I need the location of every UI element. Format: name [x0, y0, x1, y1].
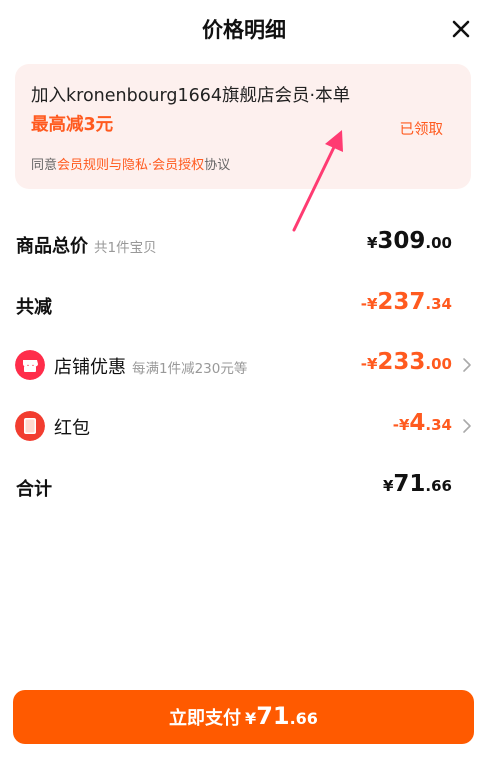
- total-price-amount: ¥309.00: [367, 228, 452, 254]
- shop-discount-label-text: 店铺优惠: [54, 357, 126, 378]
- total-price-row: 商品总价 共1件宝贝 ¥309.00: [0, 222, 488, 266]
- chevron-right-icon: [463, 419, 471, 433]
- agreement-text: 同意会员规则与隐私·会员授权协议: [31, 154, 230, 173]
- red-packet-row[interactable]: 红包 -¥4.34: [0, 404, 488, 448]
- shop-discount-rule: 每满1件减230元等: [132, 361, 248, 377]
- agree-prefix: 同意: [31, 158, 58, 173]
- auth-link[interactable]: 会员授权: [152, 158, 204, 173]
- shop-discount-amount: -¥233.00: [361, 349, 452, 375]
- header: 价格明细: [0, 0, 488, 58]
- rules-link[interactable]: 会员规则与隐私: [57, 158, 148, 173]
- chevron-right-icon: [463, 358, 471, 372]
- shop-discount-label: 店铺优惠 每满1件减230元等: [54, 353, 247, 379]
- promo-text-prefix: 加入kronenbourg1664旗舰店会员·本单: [31, 86, 351, 106]
- amount-integer: 4: [409, 410, 426, 436]
- sum-row: 合计 ¥71.66: [0, 465, 488, 509]
- amount-decimal: .00: [425, 234, 452, 252]
- currency-symbol: -¥: [392, 416, 410, 434]
- pay-currency: ¥: [245, 709, 257, 728]
- amount-integer: 71: [393, 471, 426, 497]
- pay-amount-integer: 71: [256, 702, 290, 730]
- amount-integer: 233: [377, 349, 426, 375]
- amount-decimal: .00: [425, 355, 452, 373]
- currency-symbol: -¥: [360, 295, 378, 313]
- promo-text: 加入kronenbourg1664旗舰店会员·本单最高减3元: [31, 82, 361, 140]
- red-packet-amount: -¥4.34: [393, 410, 452, 436]
- red-packet-icon: [15, 411, 45, 441]
- item-count: 共1件宝贝: [94, 240, 157, 256]
- promo-max-discount: 最高减3元: [31, 115, 114, 135]
- amount-decimal: .34: [425, 295, 452, 313]
- total-discount-label: 共减: [16, 297, 52, 318]
- total-discount-row: 共减 -¥237.34: [0, 283, 488, 327]
- sum-amount: ¥71.66: [383, 471, 452, 497]
- currency-symbol: ¥: [382, 477, 394, 495]
- shop-icon: [15, 350, 45, 380]
- sum-label: 合计: [16, 479, 52, 500]
- claimed-button[interactable]: 已领取: [400, 118, 444, 139]
- red-packet-label: 红包: [54, 418, 90, 439]
- total-discount-amount: -¥237.34: [361, 289, 452, 315]
- total-price-label-text: 商品总价: [16, 236, 88, 257]
- close-icon[interactable]: [450, 18, 472, 40]
- amount-decimal: .66: [425, 477, 452, 495]
- amount-integer: 309: [377, 228, 426, 254]
- pay-amount-decimal: .66: [289, 709, 318, 728]
- amount-integer: 237: [377, 289, 426, 315]
- membership-promo-card: 加入kronenbourg1664旗舰店会员·本单最高减3元 已领取 同意会员规…: [15, 64, 471, 189]
- total-price-label: 商品总价 共1件宝贝: [16, 232, 157, 258]
- currency-symbol: -¥: [360, 355, 378, 373]
- pay-button-content: 立即支付 ¥71.66: [13, 702, 474, 730]
- page-title: 价格明细: [202, 18, 286, 42]
- pay-button-label: 立即支付: [169, 708, 242, 729]
- agree-suffix: 协议: [204, 158, 231, 173]
- pay-now-button[interactable]: 立即支付 ¥71.66: [13, 690, 474, 744]
- shop-discount-row[interactable]: 店铺优惠 每满1件减230元等 -¥233.00: [0, 343, 488, 387]
- amount-decimal: .34: [425, 416, 452, 434]
- currency-symbol: ¥: [366, 234, 378, 252]
